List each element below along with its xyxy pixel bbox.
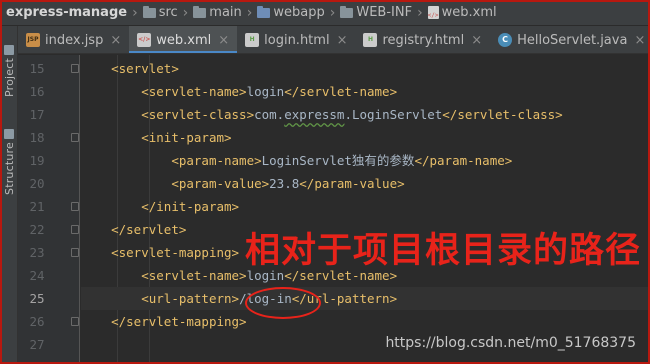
fold-marker-icon[interactable] bbox=[71, 64, 79, 73]
code-text: <url-pattern>/log-in</url-pattern> bbox=[141, 291, 398, 306]
code-text: <init-param> bbox=[141, 130, 232, 145]
code-line[interactable]: </init-param> bbox=[81, 195, 650, 218]
tab-label: index.jsp bbox=[45, 32, 104, 48]
tab-registry-html[interactable]: H registry.html × bbox=[355, 26, 490, 53]
java-class-icon: C bbox=[498, 33, 513, 47]
line-number: 22 bbox=[29, 222, 45, 237]
code-line[interactable]: <servlet-class>com.expressm.LoginServlet… bbox=[81, 103, 650, 126]
project-icon bbox=[4, 44, 14, 55]
breadcrumb-label: webapp bbox=[273, 5, 325, 20]
breadcrumb-label: WEB-INF bbox=[356, 5, 413, 20]
fold-marker-icon[interactable] bbox=[71, 202, 79, 211]
structure-icon bbox=[4, 129, 14, 139]
project-tool-label: Project bbox=[2, 57, 16, 98]
breadcrumb-separator: › bbox=[132, 4, 138, 21]
line-number: 15 bbox=[29, 61, 45, 76]
structure-tool-button[interactable]: Structure bbox=[0, 118, 18, 206]
folder-icon bbox=[340, 5, 354, 18]
code-text: <param-value>23.8</param-value> bbox=[171, 176, 405, 191]
code-line[interactable]: <param-value>23.8</param-value> bbox=[81, 172, 650, 195]
code-editor[interactable]: <servlet> <servlet-name>login</servlet-n… bbox=[81, 55, 650, 364]
tab-label: HelloServlet.java bbox=[517, 32, 628, 48]
annotation-text: 相对于项目根目录的路径 bbox=[245, 231, 642, 271]
jsp-file-icon: JSP bbox=[26, 33, 40, 47]
breadcrumb-label: express-manage bbox=[6, 5, 128, 20]
xml-file-icon: </> bbox=[137, 33, 152, 47]
code-line-current[interactable]: <url-pattern>/log-in</url-pattern> bbox=[81, 287, 650, 310]
folder-icon bbox=[257, 5, 271, 18]
breadcrumb-item-project[interactable]: express-manage bbox=[6, 5, 127, 20]
breadcrumb-item-main[interactable]: main bbox=[193, 5, 242, 20]
code-line[interactable]: <servlet-name>login</servlet-name> bbox=[81, 80, 650, 103]
fold-marker-icon[interactable] bbox=[71, 317, 79, 326]
project-tool-button[interactable]: Project bbox=[0, 34, 18, 108]
breadcrumb-item-web-xml[interactable]: web.xml bbox=[427, 5, 497, 20]
code-text: <servlet-mapping> bbox=[111, 245, 240, 260]
breadcrumb-label: web.xml bbox=[441, 5, 497, 20]
breadcrumb-separator: › bbox=[246, 4, 253, 21]
line-number: 26 bbox=[29, 314, 45, 329]
xml-file-icon bbox=[427, 6, 439, 19]
html-file-icon: H bbox=[245, 33, 260, 47]
line-number: 19 bbox=[29, 153, 45, 168]
close-icon[interactable]: × bbox=[634, 33, 645, 48]
line-number: 23 bbox=[29, 245, 45, 260]
tab-index-jsp[interactable]: JSP index.jsp × bbox=[18, 26, 129, 53]
code-line[interactable]: </servlet-mapping> bbox=[81, 310, 650, 333]
folder-icon bbox=[193, 5, 207, 18]
fold-marker-icon[interactable] bbox=[71, 225, 79, 234]
line-number: 24 bbox=[29, 268, 45, 283]
code-text: </servlet> bbox=[111, 222, 187, 237]
editor-tab-bar: JSP index.jsp × </> web.xml × H login.ht… bbox=[18, 26, 650, 54]
fold-marker-icon[interactable] bbox=[71, 248, 79, 257]
structure-tool-label: Structure bbox=[2, 142, 16, 195]
tab-helloservlet-java[interactable]: C HelloServlet.java × bbox=[490, 26, 650, 53]
tab-login-html[interactable]: H login.html × bbox=[237, 26, 355, 53]
close-icon[interactable]: × bbox=[337, 33, 348, 48]
line-number: 25 bbox=[29, 291, 45, 306]
breadcrumb-label: main bbox=[209, 5, 242, 20]
line-number: 16 bbox=[29, 84, 45, 99]
breadcrumb: express-manage › src › main › webapp › W… bbox=[0, 0, 650, 26]
fold-marker-icon[interactable] bbox=[71, 133, 79, 142]
line-number: 17 bbox=[29, 107, 45, 122]
code-line[interactable]: <servlet> bbox=[81, 57, 650, 80]
breadcrumb-label: src bbox=[158, 5, 178, 20]
breadcrumb-item-webapp[interactable]: webapp bbox=[257, 5, 325, 20]
folder-icon bbox=[142, 5, 156, 18]
code-text: </servlet-mapping> bbox=[111, 314, 247, 329]
breadcrumb-separator: › bbox=[329, 4, 336, 21]
line-number: 27 bbox=[29, 337, 45, 352]
close-icon[interactable]: × bbox=[110, 33, 121, 48]
code-line[interactable]: <init-param> bbox=[81, 126, 650, 149]
code-text: <servlet-name>login</servlet-name> bbox=[141, 84, 398, 99]
code-line[interactable]: <param-name>LoginServlet独有的参数</param-nam… bbox=[81, 149, 650, 172]
breadcrumb-item-web-inf[interactable]: WEB-INF bbox=[340, 5, 412, 20]
tab-label: registry.html bbox=[382, 32, 465, 48]
line-number: 20 bbox=[29, 176, 45, 191]
line-number: 18 bbox=[29, 130, 45, 145]
breadcrumb-separator: › bbox=[182, 4, 189, 21]
code-text: <param-name>LoginServlet独有的参数</param-nam… bbox=[171, 153, 513, 168]
html-file-icon: H bbox=[363, 33, 378, 47]
code-text: </init-param> bbox=[141, 199, 240, 214]
breadcrumb-separator: › bbox=[417, 4, 423, 21]
watermark: https://blog.csdn.net/m0_51768375 bbox=[385, 335, 636, 351]
close-icon[interactable]: × bbox=[218, 33, 229, 48]
tab-label: web.xml bbox=[156, 32, 212, 48]
tab-web-xml[interactable]: </> web.xml × bbox=[129, 26, 238, 53]
line-number-gutter[interactable]: 15 16 17 18 19 20 21 22 23 24 25 26 27 bbox=[18, 55, 80, 364]
tab-label: login.html bbox=[264, 32, 330, 48]
close-icon[interactable]: × bbox=[471, 33, 482, 48]
tool-window-strip: Project Structure bbox=[0, 26, 18, 364]
line-number: 21 bbox=[29, 199, 45, 214]
breadcrumb-item-src[interactable]: src bbox=[142, 5, 178, 20]
code-text: <servlet-class>com.expressm.LoginServlet… bbox=[141, 107, 563, 122]
code-text: <servlet> bbox=[111, 61, 179, 76]
annotation-ellipse bbox=[245, 287, 321, 319]
